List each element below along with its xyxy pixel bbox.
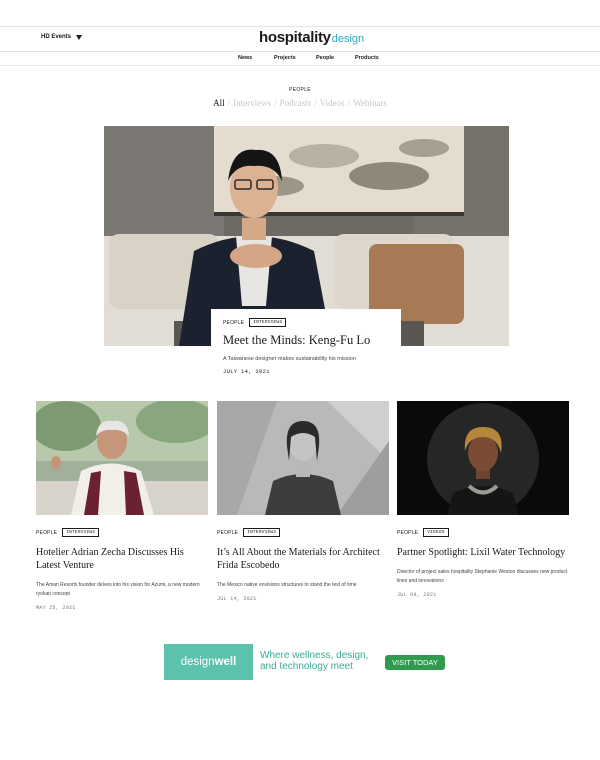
card-type-badge[interactable]: INTERVIEWS	[243, 528, 281, 537]
hd-events-dropdown[interactable]: HD Events	[41, 34, 83, 40]
filter-all[interactable]: All	[213, 98, 225, 108]
nav-item-news[interactable]: News	[238, 55, 252, 61]
article-image[interactable]	[36, 401, 208, 515]
card-tags: PEOPLE INTERVIEWS	[217, 528, 389, 537]
filter-videos[interactable]: Videos	[320, 98, 345, 108]
designwell-logo: design well	[164, 644, 253, 680]
hero-card: PEOPLE INTERVIEWS Meet the Minds: Keng-F…	[211, 309, 401, 381]
top-bar: HD Events hospitality design	[0, 26, 600, 52]
nav-item-projects[interactable]: Projects	[274, 55, 296, 61]
article-card: PEOPLE VIDEOS Partner Spotlight: Lixil W…	[397, 401, 569, 598]
hero-category: PEOPLE	[223, 319, 245, 326]
article-image[interactable]	[217, 401, 389, 515]
card-type-badge[interactable]: VIDEOS	[423, 528, 449, 537]
card-tags: PEOPLE VIDEOS	[397, 528, 569, 537]
nav-divider	[0, 65, 600, 66]
logo-main-text: hospitality	[259, 29, 331, 46]
card-tags: PEOPLE INTERVIEWS	[36, 528, 208, 537]
hero-date: JULY 14, 2021	[223, 368, 270, 375]
filter-separator: /	[227, 98, 231, 108]
card-title[interactable]: Hotelier Adrian Zecha Discusses His Late…	[36, 546, 208, 572]
card-title[interactable]: Partner Spotlight: Lixil Water Technolog…	[397, 546, 569, 559]
ad-brand-well: well	[214, 656, 237, 668]
filter-webinars[interactable]: Webinars	[353, 98, 387, 108]
card-type-badge[interactable]: INTERVIEWS	[62, 528, 100, 537]
nav-item-products[interactable]: Products	[355, 55, 379, 61]
hero-title[interactable]: Meet the Minds: Keng-Fu Lo	[223, 333, 389, 348]
hero-tags: PEOPLE INTERVIEWS	[223, 318, 389, 327]
caret-down-icon	[76, 34, 83, 40]
card-category: PEOPLE	[397, 529, 419, 536]
card-description: The Mexico native envisions structures t…	[217, 582, 357, 588]
nav-item-people[interactable]: People	[316, 55, 334, 61]
hero-type-badge[interactable]: INTERVIEWS	[249, 318, 287, 327]
filter-tabs: All / Interviews / Podcasts / Videos / Webinars	[0, 98, 600, 108]
card-category: PEOPLE	[217, 529, 239, 536]
visit-today-button[interactable]: VISIT TODAY	[385, 655, 445, 670]
logo-sub-text: design	[331, 33, 365, 45]
ad-brand-design: design	[180, 656, 215, 668]
card-date: MAY 25, 2021	[36, 605, 76, 611]
article-card: PEOPLE INTERVIEWS It’s All About the Mat…	[217, 401, 389, 602]
filter-separator: /	[347, 98, 351, 108]
ad-tagline-line2: and technology meet	[260, 661, 353, 672]
card-title[interactable]: It’s All About the Materials for Archite…	[217, 546, 389, 572]
filter-separator: /	[314, 98, 317, 108]
ad-tagline: Where wellness, design, and technology m…	[260, 650, 368, 672]
filter-interviews[interactable]: Interviews	[233, 98, 271, 108]
card-description: The Aman Resorts founder delves into his…	[36, 582, 200, 597]
site-logo[interactable]: hospitality design	[259, 29, 364, 46]
article-card: PEOPLE INTERVIEWS Hotelier Adrian Zecha …	[36, 401, 208, 611]
card-date: JUL 09, 2021	[397, 592, 437, 598]
card-category: PEOPLE	[36, 529, 58, 536]
designwell-ad-banner[interactable]: design well Where wellness, design, and t…	[164, 644, 445, 680]
card-date: JUL 14, 2021	[217, 596, 257, 602]
filter-separator: /	[274, 98, 277, 108]
card-description: Director of project sales hospitality St…	[397, 569, 568, 584]
main-nav: News Projects People Products	[0, 55, 600, 65]
filter-podcasts[interactable]: Podcasts	[280, 98, 312, 108]
hd-events-label: HD Events	[41, 34, 72, 40]
article-image[interactable]	[397, 401, 569, 515]
ad-tagline-line1: Where wellness, design,	[260, 650, 369, 661]
section-label: PEOPLE	[289, 87, 311, 93]
hero-description: A Taiwanese designer makes sustainabilit…	[223, 356, 356, 362]
